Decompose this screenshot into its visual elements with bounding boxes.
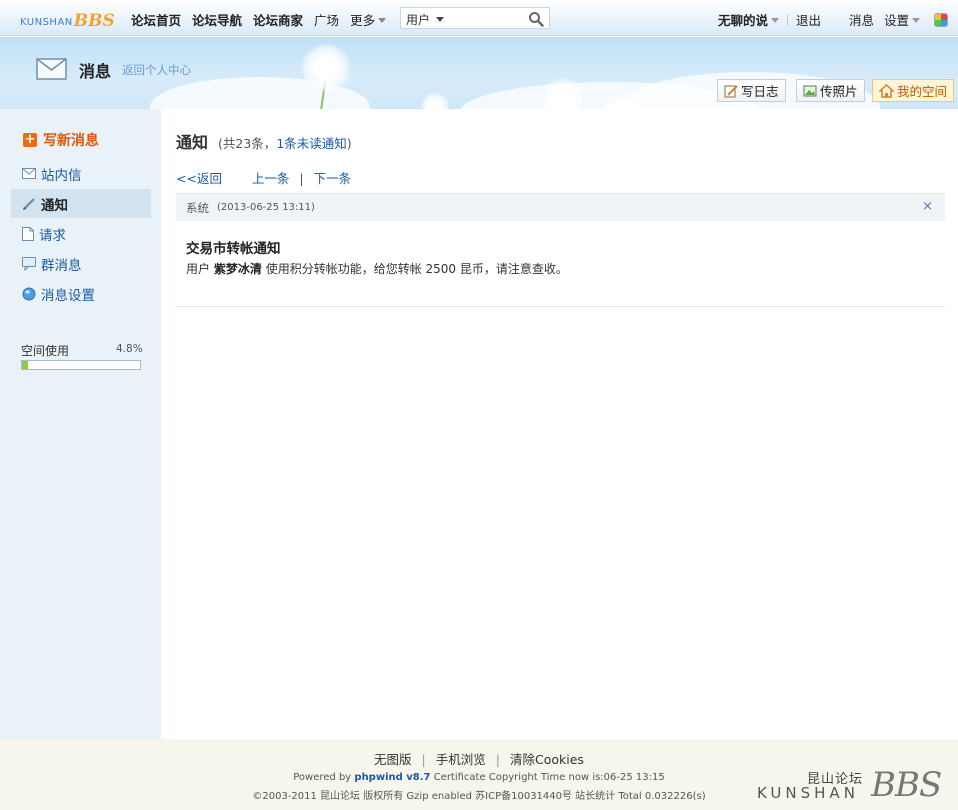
pencil-icon: [23, 197, 35, 210]
sidebar-item-label: 通知: [41, 197, 68, 214]
divider: [786, 13, 788, 26]
next-link[interactable]: 下一条: [314, 171, 352, 186]
page-footer: 无图版 | 手机浏览 | 清除Cookies Powered by phpwind v8…: [0, 739, 958, 810]
space-usage-label: 空间使用: [21, 344, 70, 358]
notification-message: 系统 (2013-06-25 13:11) × 交易市转帐通知 用户 紫梦冰清 …: [176, 193, 945, 307]
plus-icon: +: [23, 132, 37, 147]
footer-link-text-mode[interactable]: 无图版: [374, 752, 412, 767]
theme-color-icon[interactable]: [934, 12, 948, 27]
page-banner: 消息 返回个人中心 写日志 传照片 我的空间: [0, 37, 958, 109]
upload-photo-button[interactable]: 传照片: [796, 79, 865, 102]
dandelion-decoration: [300, 42, 352, 94]
write-diary-label: 写日志: [741, 84, 779, 99]
message-body-prefix: 用户: [186, 262, 211, 276]
compose-message-button[interactable]: + 写新消息: [23, 130, 99, 150]
nav-forum-merchants[interactable]: 论坛商家: [253, 10, 303, 29]
nav-forum-home[interactable]: 论坛首页: [131, 10, 181, 29]
unread-notifications-link[interactable]: 1条未读通知: [276, 136, 346, 151]
user-menu: 无聊的说 退出 消息 设置: [718, 10, 948, 29]
sidebar-item-inbox[interactable]: 站内信: [11, 159, 151, 188]
main-nav: 论坛首页 论坛导航 论坛商家 广场 更多: [131, 10, 397, 29]
sidebar-item-label: 群消息: [41, 257, 82, 274]
message-sidebar: + 写新消息 站内信 通知 请求 群消息 消息设置 空间使用 4.8%: [0, 109, 161, 739]
powered-suffix: Certificate Copyright Time now is:06-25 …: [433, 772, 665, 783]
my-space-label: 我的空间: [897, 84, 948, 99]
upload-photo-label: 传照片: [820, 84, 858, 99]
photo-icon: [803, 85, 817, 96]
house-icon: [879, 83, 894, 98]
message-sender: 系统: [186, 200, 209, 215]
message-title: 交易市转帐通知: [186, 241, 281, 257]
compose-label: 写新消息: [43, 133, 99, 149]
footer-logo: 昆山论坛 KUNSHAN BBS: [757, 765, 952, 805]
sidebar-item-notifications[interactable]: 通知: [11, 189, 151, 218]
site-logo[interactable]: KUNSHAN BBS: [20, 10, 115, 30]
footer-logo-bbs: BBS: [871, 765, 942, 805]
sidebar-item-requests[interactable]: 请求: [11, 219, 151, 248]
count-prefix: (共23条，: [218, 136, 277, 151]
main-content: 通知 (共23条，1条未读通知) <<返回 上一条 | 下一条 系统 (2013…: [161, 109, 958, 739]
footer-links: 无图版 | 手机浏览 | 清除Cookies: [374, 752, 584, 767]
sidebar-item-label: 消息设置: [41, 287, 95, 304]
my-space-button[interactable]: 我的空间: [872, 79, 955, 102]
space-usage-percent: 4.8%: [116, 343, 143, 355]
previous-link[interactable]: 上一条: [252, 171, 290, 186]
envelope-icon: [22, 168, 36, 179]
logo-bbs-text: BBS: [73, 11, 115, 31]
username-dropdown[interactable]: 无聊的说: [718, 10, 779, 29]
powered-prefix: Powered by: [293, 772, 352, 783]
chat-bubble-icon: [22, 256, 36, 271]
globe-icon: [22, 287, 36, 300]
phpwind-link[interactable]: phpwind v8.7: [354, 772, 430, 783]
page-header: 通知 (共23条，1条未读通知): [176, 129, 352, 153]
back-to-profile-link[interactable]: 返回个人中心: [122, 62, 191, 78]
message-body-suffix: 使用积分转帐功能，给您转帐 2500 昆币，请注意查收。: [265, 262, 568, 276]
notification-count: (共23条，1条未读通知): [218, 133, 352, 152]
message-pagination: <<返回 上一条 | 下一条: [176, 168, 351, 187]
message-body-user[interactable]: 紫梦冰清: [214, 262, 262, 276]
sidebar-item-group-messages[interactable]: 群消息: [11, 249, 151, 278]
message-body: 用户 紫梦冰清 使用积分转帐功能，给您转帐 2500 昆币，请注意查收。: [186, 260, 568, 277]
search-box[interactable]: 用户: [400, 7, 550, 29]
sidebar-item-label: 请求: [39, 227, 66, 244]
space-usage-bar: [21, 360, 141, 370]
logo-kunshan-text: KUNSHAN: [20, 17, 73, 28]
nav-forum-guide[interactable]: 论坛导航: [192, 10, 242, 29]
space-usage-fill: [22, 361, 28, 369]
nav-more-dropdown[interactable]: 更多: [350, 10, 386, 29]
logout-link[interactable]: 退出: [796, 10, 821, 29]
close-icon[interactable]: ×: [922, 199, 933, 214]
sidebar-item-label: 站内信: [41, 167, 82, 184]
footer-link-mobile[interactable]: 手机浏览: [436, 752, 486, 767]
search-icon[interactable]: [528, 11, 544, 27]
diary-pencil-icon: [724, 84, 738, 97]
write-diary-button[interactable]: 写日志: [717, 79, 786, 102]
document-icon: [22, 226, 34, 241]
envelope-icon: [36, 58, 67, 80]
page-section-title: 消息: [79, 62, 112, 81]
top-navigation-bar: KUNSHAN BBS 论坛首页 论坛导航 论坛商家 广场 更多 用户 无聊的说…: [0, 0, 958, 36]
dandelion-decoration: [420, 92, 450, 109]
divider: |: [299, 171, 304, 186]
search-scope-select[interactable]: 用户: [406, 11, 444, 28]
message-timestamp: (2013-06-25 13:11): [217, 202, 315, 213]
footer-link-clear-cookies[interactable]: 清除Cookies: [510, 752, 584, 767]
messages-link[interactable]: 消息: [849, 10, 874, 29]
sidebar-item-message-settings[interactable]: 消息设置: [11, 279, 151, 308]
settings-dropdown[interactable]: 设置: [884, 10, 920, 29]
back-link[interactable]: <<返回: [176, 171, 222, 186]
message-meta: 系统 (2013-06-25 13:11): [176, 194, 945, 221]
nav-square[interactable]: 广场: [314, 10, 339, 29]
page-title: 通知: [176, 133, 209, 152]
footer-logo-en: KUNSHAN: [757, 784, 859, 802]
count-suffix: ): [346, 136, 352, 151]
